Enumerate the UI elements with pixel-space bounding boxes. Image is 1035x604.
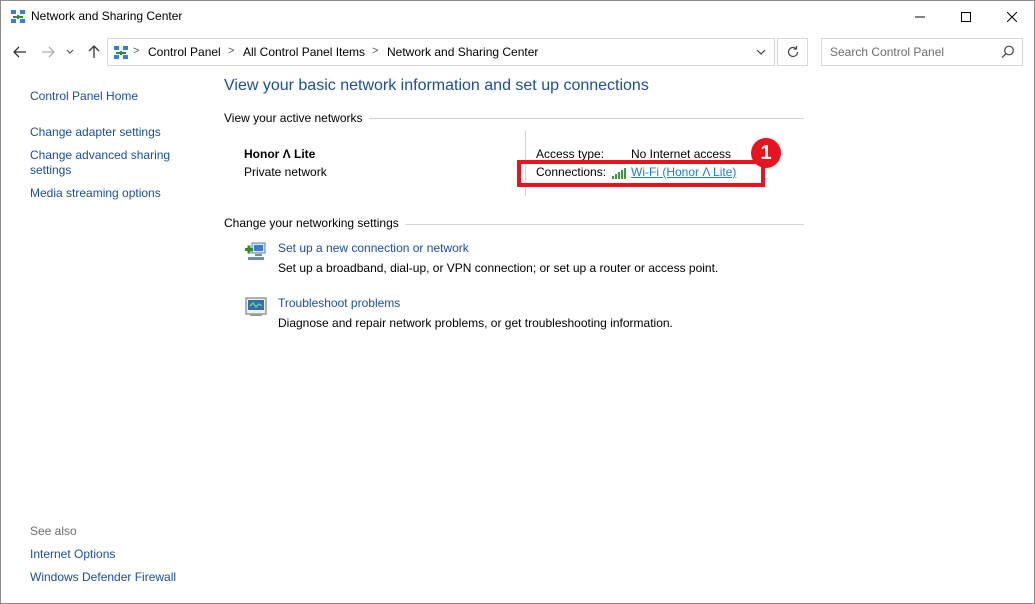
see-also-windows-defender-firewall[interactable]: Windows Defender Firewall <box>30 570 176 585</box>
see-also-internet-options[interactable]: Internet Options <box>30 547 115 562</box>
network-name: Honor Λ Lite <box>244 147 316 161</box>
troubleshoot-problems-link[interactable]: Troubleshoot problems <box>278 296 400 310</box>
minimize-button[interactable] <box>897 1 943 33</box>
window-title: Network and Sharing Center <box>31 9 183 23</box>
address-dropdown-button[interactable] <box>748 39 774 65</box>
close-button[interactable] <box>989 1 1035 33</box>
window: Network and Sharing Center > Control Pan… <box>0 0 1035 604</box>
search-icon[interactable] <box>1000 44 1016 60</box>
troubleshoot-icon <box>245 297 267 316</box>
navigation-bar: > Control Panel > All Control Panel Item… <box>1 33 1034 71</box>
close-icon <box>1007 12 1017 22</box>
maximize-icon <box>961 12 971 22</box>
setup-new-connection-description: Set up a broadband, dial-up, or VPN conn… <box>278 261 719 275</box>
breadcrumb-all-items[interactable]: All Control Panel Items <box>243 45 365 59</box>
sidebar-item-change-advanced-sharing[interactable]: Change advanced sharing settings <box>30 148 170 178</box>
active-networks-heading: View your active networks <box>224 111 369 125</box>
divider <box>525 131 526 196</box>
back-button[interactable] <box>10 42 30 62</box>
refresh-icon <box>787 46 798 58</box>
new-connection-icon <box>245 242 266 260</box>
refresh-button[interactable] <box>777 38 808 66</box>
network-sharing-icon <box>11 10 25 23</box>
arrow-right-icon <box>42 46 55 58</box>
up-button[interactable] <box>84 42 104 62</box>
setup-new-connection-link[interactable]: Set up a new connection or network <box>278 241 469 255</box>
breadcrumb-separator: > <box>133 45 140 57</box>
chevron-down-icon <box>756 49 766 55</box>
wifi-signal-icon <box>612 168 626 179</box>
page-title: View your basic network information and … <box>224 77 649 94</box>
maximize-button[interactable] <box>943 1 989 33</box>
breadcrumb-network-sharing[interactable]: Network and Sharing Center <box>387 45 538 59</box>
arrow-up-icon <box>88 45 100 58</box>
chevron-down-icon <box>66 49 74 54</box>
see-also-heading: See also <box>30 524 77 538</box>
sidebar-item-control-panel-home[interactable]: Control Panel Home <box>30 89 138 104</box>
networking-settings-heading: Change your networking settings <box>224 216 405 230</box>
connections-label: Connections: <box>536 165 607 179</box>
network-sharing-icon <box>114 46 128 59</box>
address-bar[interactable]: > Control Panel > All Control Panel Item… <box>107 38 775 66</box>
breadcrumb-separator: > <box>372 45 379 57</box>
breadcrumb-separator: > <box>228 45 235 57</box>
sidebar-item-label: Change advanced sharing <box>30 148 171 162</box>
annotation-badge: 1 <box>751 138 781 168</box>
troubleshoot-problems-description: Diagnose and repair network problems, or… <box>278 316 673 330</box>
recent-locations-button[interactable] <box>63 42 77 62</box>
title-bar: Network and Sharing Center <box>1 1 1034 33</box>
breadcrumb-control-panel[interactable]: Control Panel <box>148 45 221 59</box>
search-input[interactable] <box>823 40 993 64</box>
sidebar-item-media-streaming[interactable]: Media streaming options <box>30 186 161 201</box>
network-category: Private network <box>244 165 327 179</box>
arrow-left-icon <box>13 46 26 58</box>
access-type-label: Access type: <box>536 147 605 161</box>
sidebar-item-change-adapter-settings[interactable]: Change adapter settings <box>30 125 161 140</box>
left-pane: Control Panel Home Change adapter settin… <box>1 71 211 603</box>
access-type-value: No Internet access <box>631 147 732 161</box>
minimize-icon <box>915 16 925 18</box>
forward-button[interactable] <box>38 42 58 62</box>
wifi-connection-link[interactable]: Wi-Fi (Honor Λ Lite) <box>631 165 736 179</box>
search-box[interactable] <box>821 38 1023 66</box>
sidebar-item-label: settings <box>30 163 72 177</box>
